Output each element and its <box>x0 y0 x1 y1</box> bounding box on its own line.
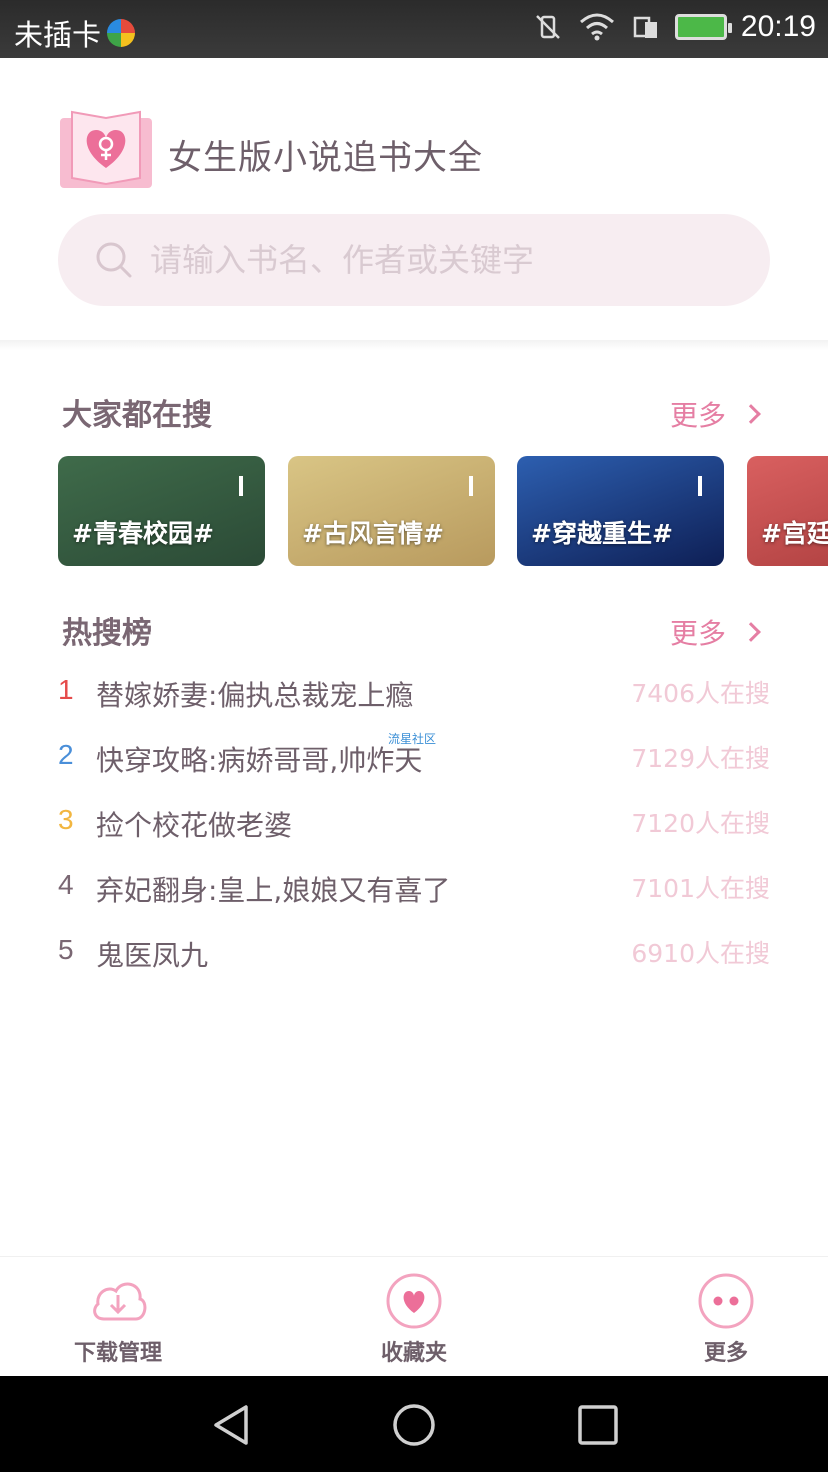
app-title: 女生版小说追书大全 <box>168 138 483 178</box>
book-title: 替嫁娇妻:偏执总裁宠上瘾 <box>96 679 414 712</box>
back-triangle-icon[interactable] <box>208 1402 254 1448</box>
tag-card-ancient-romance[interactable]: #古风言情# <box>288 456 495 566</box>
search-input[interactable] <box>150 241 710 279</box>
carrier-logo-icon <box>107 19 136 47</box>
section-divider <box>0 340 828 350</box>
popular-searches-title: 大家都在搜 <box>62 398 212 433</box>
search-count: 7129人在搜 <box>631 744 770 773</box>
hot-list-item[interactable]: 1 替嫁娇妻:偏执总裁宠上瘾 7406人在搜 <box>0 660 828 724</box>
system-nav-bar <box>0 1376 828 1472</box>
tag-marker <box>239 476 243 496</box>
status-bar: 未插卡 20:19 <box>0 0 828 58</box>
search-count: 7120人在搜 <box>631 809 770 838</box>
sim-icon <box>633 16 657 38</box>
nav-download-manager[interactable]: 下载管理 <box>48 1273 188 1367</box>
app-logo-icon <box>60 110 152 188</box>
search-count: 7101人在搜 <box>631 874 770 903</box>
search-icon <box>96 242 132 278</box>
rank-number: 4 <box>58 869 74 900</box>
hot-list-title: 热搜榜 <box>62 616 152 651</box>
rank-number: 2 <box>58 739 74 770</box>
tag-marker <box>469 476 473 496</box>
nav-more[interactable]: 更多 <box>656 1273 796 1367</box>
hot-list-more-button[interactable]: 更多 <box>669 612 761 652</box>
nav-label: 下载管理 <box>73 1341 162 1366</box>
popular-more-button[interactable]: 更多 <box>669 394 761 434</box>
bottom-nav: 下载管理 收藏夹 更多 <box>0 1256 828 1376</box>
wifi-icon <box>579 13 614 41</box>
rank-number: 1 <box>58 674 74 705</box>
tag-label: #宫廷 <box>761 519 828 548</box>
download-cloud-icon <box>93 1282 147 1321</box>
watermark-label: 流星社区 <box>388 732 437 746</box>
search-count: 7406人在搜 <box>631 679 770 708</box>
hot-list-item[interactable]: 3 捡个校花做老婆 7120人在搜 <box>0 790 828 854</box>
more-dots-icon <box>698 1273 754 1329</box>
book-title: 鬼医凤九 <box>96 939 209 972</box>
tag-label: #古风言情# <box>302 519 444 548</box>
app-header: 女生版小说追书大全 <box>0 58 828 340</box>
book-title: 弃妃翻身:皇上,娘娘又有喜了 <box>96 874 451 907</box>
tag-card-palace[interactable]: #宫廷 <box>747 456 828 566</box>
nav-favorites[interactable]: 收藏夹 <box>344 1273 484 1367</box>
status-time: 20:19 <box>740 10 816 43</box>
tag-card-time-travel[interactable]: #穿越重生# <box>517 456 724 566</box>
battery-icon <box>674 14 732 40</box>
tag-marker <box>698 476 702 496</box>
search-bar[interactable] <box>58 214 770 306</box>
rank-number: 5 <box>58 934 74 965</box>
tag-label: #穿越重生# <box>531 519 673 548</box>
rank-number: 3 <box>58 804 74 835</box>
popular-more-label: 更多 <box>669 399 726 432</box>
vibrate-off-icon <box>536 15 560 39</box>
chevron-right-icon <box>741 622 761 642</box>
nav-label: 更多 <box>703 1341 748 1366</box>
tag-card-youth-campus[interactable]: #青春校园# <box>58 456 265 566</box>
home-circle-icon[interactable] <box>391 1402 437 1448</box>
nav-label: 收藏夹 <box>380 1341 447 1366</box>
status-left: 未插卡 <box>14 12 136 54</box>
recents-square-icon[interactable] <box>575 1402 621 1448</box>
book-title: 快穿攻略:病娇哥哥,帅炸天 <box>96 744 423 777</box>
chevron-right-icon <box>741 404 761 424</box>
tag-label: #青春校园# <box>72 519 214 548</box>
hot-list-item[interactable]: 5 鬼医凤九 6910人在搜 <box>0 920 828 984</box>
book-title: 捡个校花做老婆 <box>96 809 293 842</box>
heart-icon <box>386 1273 442 1329</box>
carrier-label: 未插卡 <box>14 18 102 52</box>
search-count: 6910人在搜 <box>631 939 770 968</box>
hot-list-more-label: 更多 <box>669 617 726 650</box>
status-right: 20:19 <box>533 10 816 44</box>
hot-list-item[interactable]: 4 弃妃翻身:皇上,娘娘又有喜了 7101人在搜 <box>0 855 828 919</box>
tag-carousel[interactable]: #青春校园# #古风言情# #穿越重生# #宫廷 <box>58 456 828 568</box>
